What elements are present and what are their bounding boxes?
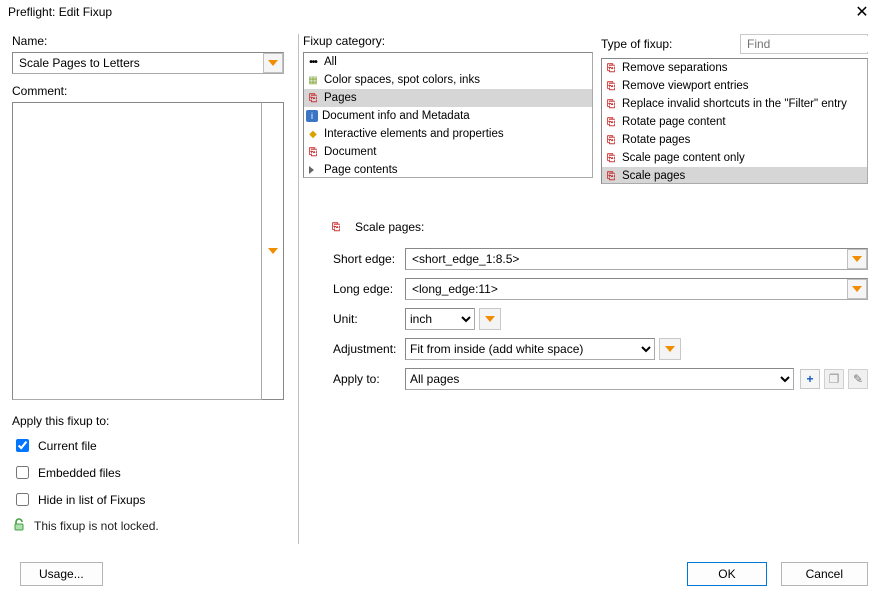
current-file-input[interactable] bbox=[16, 439, 29, 452]
list-item[interactable]: Page contents bbox=[304, 161, 592, 178]
adjustment-label: Adjustment: bbox=[333, 342, 405, 356]
unit-dropdown[interactable] bbox=[479, 308, 501, 330]
name-dropdown-button[interactable] bbox=[263, 53, 283, 73]
lock-text: This fixup is not locked. bbox=[34, 519, 159, 533]
comment-textarea[interactable] bbox=[12, 102, 262, 400]
cancel-button[interactable]: Cancel bbox=[781, 562, 868, 586]
chevron-down-icon bbox=[485, 316, 495, 322]
comment-dropdown-button[interactable] bbox=[262, 102, 284, 400]
adjustment-dropdown[interactable] bbox=[659, 338, 681, 360]
short-edge-input[interactable] bbox=[406, 249, 847, 269]
ok-button[interactable]: OK bbox=[687, 562, 766, 586]
list-item[interactable]: ⎘Scale pages bbox=[602, 167, 867, 184]
lock-status: This fixup is not locked. bbox=[12, 517, 284, 534]
embedded-files-input[interactable] bbox=[16, 466, 29, 479]
vertical-divider bbox=[298, 34, 299, 544]
type-list[interactable]: ⎘Remove separations ⎘Remove viewport ent… bbox=[601, 58, 868, 184]
pdf-icon: ⎘ bbox=[604, 133, 618, 147]
current-file-checkbox[interactable]: Current file bbox=[12, 436, 284, 455]
list-item[interactable]: ⎘Replace invalid shortcuts in the "Filte… bbox=[602, 95, 867, 113]
apply-to-label: Apply to: bbox=[333, 372, 405, 386]
hide-in-list-label: Hide in list of Fixups bbox=[38, 493, 145, 507]
find-box[interactable]: ✕ bbox=[740, 34, 868, 54]
chevron-down-icon bbox=[665, 346, 675, 352]
pdf-icon: ⎘ bbox=[604, 115, 618, 129]
add-button[interactable]: + bbox=[800, 369, 820, 389]
category-list[interactable]: •••All ▦Color spaces, spot colors, inks … bbox=[303, 52, 593, 178]
chevron-down-icon bbox=[268, 60, 278, 66]
titlebar: Preflight: Edit Fixup ✕ bbox=[0, 0, 880, 24]
short-edge-label: Short edge: bbox=[333, 252, 405, 266]
chevron-down-icon bbox=[852, 286, 862, 292]
page-icon bbox=[306, 163, 320, 177]
list-item[interactable]: ⎘Scale page content only bbox=[602, 149, 867, 167]
list-item[interactable]: ⎘Remove viewport entries bbox=[602, 77, 867, 95]
comment-label: Comment: bbox=[12, 84, 284, 98]
list-item[interactable]: ⎘Pages bbox=[304, 89, 592, 107]
list-item[interactable]: ▦Color spaces, spot colors, inks bbox=[304, 71, 592, 89]
pdf-icon: ⎘ bbox=[306, 91, 320, 105]
list-item[interactable]: ⎘Document bbox=[304, 143, 592, 161]
pdf-icon: ⎘ bbox=[329, 220, 343, 234]
list-item[interactable]: ⎘Rotate page content bbox=[602, 113, 867, 131]
pdf-icon: ⎘ bbox=[604, 151, 618, 165]
duplicate-button[interactable]: ❐ bbox=[824, 369, 844, 389]
all-icon: ••• bbox=[306, 55, 320, 69]
window-title: Preflight: Edit Fixup bbox=[8, 5, 850, 19]
current-file-label: Current file bbox=[38, 439, 97, 453]
chevron-down-icon bbox=[268, 248, 278, 254]
short-edge-dropdown[interactable] bbox=[847, 249, 867, 269]
list-item[interactable]: ⎘Remove separations bbox=[602, 59, 867, 77]
hide-in-list-input[interactable] bbox=[16, 493, 29, 506]
close-icon[interactable]: ✕ bbox=[850, 2, 874, 22]
pdf-icon: ⎘ bbox=[306, 145, 320, 159]
find-input[interactable] bbox=[745, 36, 880, 52]
type-label: Type of fixup: bbox=[601, 37, 672, 51]
chevron-down-icon bbox=[852, 256, 862, 262]
pdf-icon: ⎘ bbox=[604, 61, 618, 75]
unit-select[interactable]: inch bbox=[405, 308, 475, 330]
interactive-icon: ◆ bbox=[306, 127, 320, 141]
long-edge-input[interactable] bbox=[406, 279, 847, 299]
hide-in-list-checkbox[interactable]: Hide in list of Fixups bbox=[12, 490, 284, 509]
long-edge-dropdown[interactable] bbox=[847, 279, 867, 299]
name-label: Name: bbox=[12, 34, 284, 48]
embedded-files-checkbox[interactable]: Embedded files bbox=[12, 463, 284, 482]
apply-to-select[interactable]: All pages bbox=[405, 368, 794, 390]
apply-to-label: Apply this fixup to: bbox=[12, 414, 284, 428]
unit-label: Unit: bbox=[333, 312, 405, 326]
name-input[interactable] bbox=[13, 53, 263, 73]
adjustment-select[interactable]: Fit from inside (add white space) bbox=[405, 338, 655, 360]
list-item[interactable]: ◆Interactive elements and properties bbox=[304, 125, 592, 143]
usage-button[interactable]: Usage... bbox=[20, 562, 103, 586]
detail-heading: Scale pages: bbox=[355, 220, 424, 234]
embedded-files-label: Embedded files bbox=[38, 466, 121, 480]
unlock-icon bbox=[12, 517, 26, 534]
category-label: Fixup category: bbox=[303, 34, 593, 48]
list-item[interactable]: •••All bbox=[304, 53, 592, 71]
pdf-icon: ⎘ bbox=[604, 97, 618, 111]
info-icon: i bbox=[306, 110, 318, 122]
color-icon: ▦ bbox=[306, 73, 320, 87]
edit-button[interactable]: ✎ bbox=[848, 369, 868, 389]
long-edge-label: Long edge: bbox=[333, 282, 405, 296]
pdf-icon: ⎘ bbox=[604, 79, 618, 93]
pdf-icon: ⎘ bbox=[604, 169, 618, 183]
list-item[interactable]: iDocument info and Metadata bbox=[304, 107, 592, 125]
list-item[interactable]: ⎘Rotate pages bbox=[602, 131, 867, 149]
